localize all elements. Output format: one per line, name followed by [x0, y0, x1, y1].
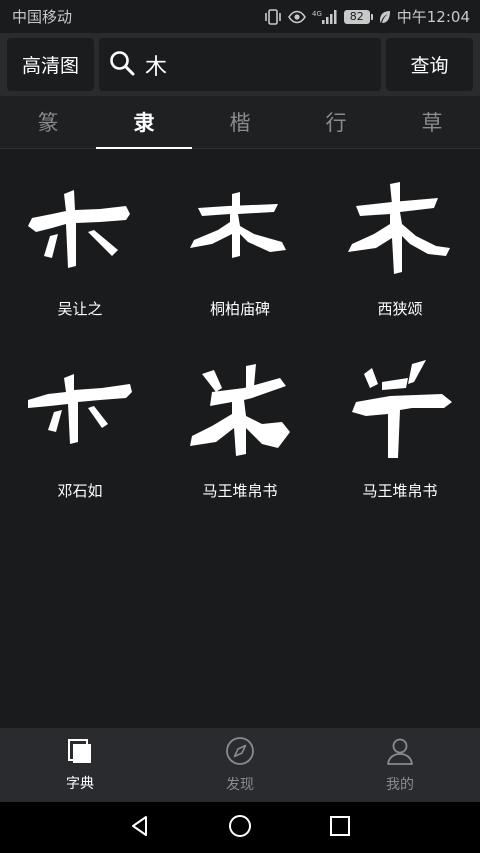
result-item[interactable]: 吴让之 — [0, 150, 160, 332]
vibrate-icon — [264, 8, 282, 25]
battery-tip — [370, 13, 373, 20]
status-icons: 4G 82 中午12:04 — [264, 6, 470, 27]
calligraphy-glyph-image — [28, 190, 130, 268]
result-item[interactable]: 马王堆帛书 — [160, 332, 320, 514]
nav-profile-label: 我的 — [386, 777, 414, 793]
system-navigation-bar — [0, 802, 480, 853]
battery-level: 82 — [343, 9, 370, 24]
result-source-label: 吴让之 — [57, 300, 103, 318]
calligraphy-glyph-image — [190, 192, 286, 258]
search-value: 木 — [145, 54, 168, 80]
person-icon — [385, 736, 415, 770]
battery-indicator: 82 — [343, 9, 373, 24]
network-type-label: 4G — [312, 10, 322, 18]
tab-seal-script[interactable]: 篆 — [0, 96, 96, 148]
tab-regular-script[interactable]: 楷 — [192, 96, 288, 148]
dictionary-icon — [66, 737, 94, 769]
result-item[interactable]: 桐柏庙碑 — [160, 150, 320, 332]
tab-cursive-script[interactable]: 草 — [384, 96, 480, 148]
nav-discover-label: 发现 — [226, 777, 254, 793]
result-source-label: 桐柏庙碑 — [209, 300, 270, 318]
calligraphy-glyph-image — [348, 182, 450, 274]
tab-running-script[interactable]: 行 — [288, 96, 384, 148]
nav-dictionary-label: 字典 — [66, 776, 94, 792]
result-source-label: 西狭颂 — [377, 300, 423, 318]
search-icon — [109, 50, 135, 80]
nav-discover[interactable]: 发现 — [160, 728, 320, 802]
calligraphy-glyph-image — [190, 364, 290, 456]
result-item[interactable]: 邓石如 — [0, 332, 160, 514]
result-source-label: 邓石如 — [57, 482, 103, 500]
leaf-icon — [379, 10, 391, 24]
eye-icon — [287, 10, 306, 24]
hd-image-button[interactable]: 高清图 — [7, 38, 94, 91]
nav-dictionary[interactable]: 字典 — [0, 728, 160, 802]
nav-profile[interactable]: 我的 — [320, 728, 480, 802]
status-bar: 中国移动 4G 82 中午12:04 — [0, 0, 480, 33]
calligraphy-glyph-image — [28, 374, 132, 444]
calligraphy-glyph-image — [352, 360, 452, 458]
compass-icon — [225, 736, 255, 770]
bottom-navigation: 字典 发现 我的 — [0, 728, 480, 802]
calligraphy-results-grid: 吴让之 桐柏庙碑 西狭颂 邓石如 马王堆帛书 马王堆帛书 — [0, 150, 480, 728]
tab-clerical-script[interactable]: 隶 — [96, 96, 192, 149]
result-source-label: 马王堆帛书 — [202, 482, 278, 500]
carrier-name: 中国移动 — [12, 8, 73, 26]
result-item[interactable]: 马王堆帛书 — [320, 332, 480, 514]
script-style-tabs: 篆 隶 楷 行 草 — [0, 96, 480, 149]
signal-icon: 4G — [312, 9, 338, 25]
query-button[interactable]: 查询 — [386, 38, 473, 91]
back-icon[interactable] — [128, 814, 152, 842]
result-source-label: 马王堆帛书 — [362, 482, 438, 500]
clock: 中午12:04 — [396, 8, 470, 26]
home-icon[interactable] — [228, 814, 252, 842]
search-toolbar: 高清图 木 查询 — [0, 33, 480, 96]
result-item[interactable]: 西狭颂 — [320, 150, 480, 332]
recent-apps-icon[interactable] — [328, 814, 352, 842]
search-input[interactable]: 木 — [99, 38, 381, 91]
